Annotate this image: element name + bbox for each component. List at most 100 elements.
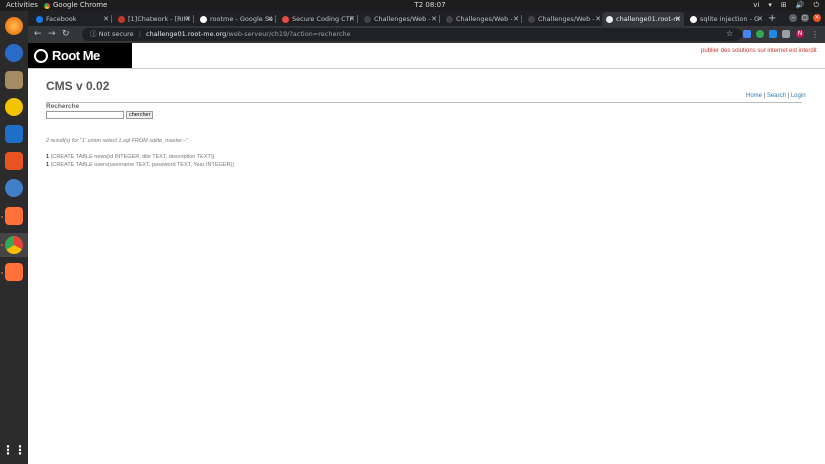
maximize-button[interactable]: □: [801, 14, 809, 22]
close-icon[interactable]: ✕: [675, 15, 681, 23]
close-icon[interactable]: ✕: [757, 15, 763, 23]
search-input[interactable]: [46, 111, 124, 119]
chrome-dock-icon[interactable]: [5, 236, 23, 254]
google-icon: [200, 15, 207, 23]
result-count: 2 result(s) for "1' union select 1,sql F…: [46, 138, 188, 144]
search-link[interactable]: Search: [767, 93, 786, 99]
star-icon[interactable]: ☆: [726, 27, 733, 40]
minimize-button[interactable]: –: [789, 14, 797, 22]
login-link[interactable]: Login: [791, 93, 806, 99]
globe-icon: [606, 15, 613, 23]
result-row: 1 (CREATE TABLE news(id INTEGER, title T…: [46, 154, 215, 160]
files-icon[interactable]: [5, 71, 23, 89]
result-row: 1 (CREATE TABLE users(username TEXT, pas…: [46, 162, 234, 168]
extension-icon[interactable]: [756, 30, 764, 38]
running-indicator: [1, 216, 3, 218]
tab-challenges-2[interactable]: Challenges/Web - ✕: [442, 12, 522, 26]
profile-avatar[interactable]: N: [796, 30, 804, 38]
result-text: (CREATE TABLE users(username TEXT, passw…: [50, 162, 235, 168]
extension-icon-2[interactable]: [769, 30, 777, 38]
secure-coding-icon: [282, 15, 289, 23]
tab-title: [1]Chatwork - [RIM: [128, 15, 190, 23]
sublime-icon[interactable]: [5, 207, 23, 225]
app-grid-icon[interactable]: ⋮⋮: [2, 441, 26, 459]
forward-button[interactable]: →: [48, 28, 56, 41]
tab-title: Facebook: [46, 15, 77, 23]
rootme-icon: [528, 15, 535, 23]
link-separator: |: [787, 93, 790, 99]
skull-icon: [34, 48, 48, 63]
writer-icon[interactable]: [5, 125, 23, 143]
clock[interactable]: T2 08:07: [400, 0, 460, 11]
tab-challenges-1[interactable]: Challenges/Web - ✕: [360, 12, 440, 26]
search-button[interactable]: chercher: [126, 111, 154, 119]
close-window-button[interactable]: ✕: [813, 14, 821, 22]
page-content: Root Me publier des solutions sur intern…: [28, 43, 825, 464]
url-host: challenge01.root-me.org: [146, 30, 227, 38]
network-icon[interactable]: ⊞: [781, 0, 787, 11]
close-icon[interactable]: ✕: [513, 15, 519, 23]
close-icon[interactable]: ✕: [595, 15, 601, 23]
rootme-icon: [364, 15, 371, 23]
tab-google-search[interactable]: rootme - Google Se ✕: [196, 12, 276, 26]
system-top-panel: Activities Google Chrome T2 08:07 vi ▾ ⊞…: [0, 0, 825, 11]
back-button[interactable]: ←: [34, 28, 42, 41]
chatwork-icon: [118, 15, 125, 23]
system-tray[interactable]: vi ▾ ⊞ 🔊 ⏻: [753, 0, 819, 11]
tab-title: Challenges/Web -: [456, 15, 513, 23]
chevron-down-icon[interactable]: ▾: [768, 0, 772, 11]
tab-title: Challenges/Web -: [538, 15, 595, 23]
google-icon: [690, 15, 697, 23]
tab-title: Secure Coding CTF: [292, 15, 354, 23]
menu-icon[interactable]: ⋮: [811, 28, 819, 41]
translate-icon[interactable]: [743, 30, 751, 38]
tab-facebook[interactable]: Facebook ✕: [32, 12, 112, 26]
close-icon[interactable]: ✕: [267, 15, 273, 23]
result-id: 1: [46, 154, 50, 160]
address-bar[interactable]: ⓘ Not secure | challenge01.root-me.org/w…: [82, 28, 742, 41]
title-divider: [46, 102, 802, 103]
facebook-icon: [36, 15, 43, 23]
rootme-logo[interactable]: Root Me: [28, 43, 132, 68]
result-id: 1: [46, 162, 50, 168]
url-path: /web-serveur/ch19/?action=recherche: [226, 30, 351, 38]
tab-sqlite-injection[interactable]: sqlite injection - G ✕: [686, 12, 766, 26]
running-indicator: [1, 244, 3, 246]
tab-challenge01-active[interactable]: challenge01.root-m ✕: [602, 12, 684, 26]
top-nav-links: Home | Search | Login: [746, 93, 806, 99]
search-label: Recherche: [46, 103, 80, 110]
software-center-icon[interactable]: [5, 152, 23, 170]
warning-banner: publier des solutions sur internet est i…: [701, 48, 817, 54]
new-tab-button[interactable]: +: [768, 12, 776, 25]
dock: ⋮⋮: [0, 11, 28, 464]
volume-icon[interactable]: 🔊: [796, 0, 805, 11]
sublime-icon-2[interactable]: [5, 263, 23, 281]
result-text: (CREATE TABLE news(id INTEGER, title TEX…: [50, 154, 215, 160]
running-indicator: [1, 272, 3, 274]
tab-challenges-3[interactable]: Challenges/Web - ✕: [524, 12, 604, 26]
thunderbird-icon[interactable]: [5, 44, 23, 62]
firefox-icon[interactable]: [5, 17, 23, 35]
close-icon[interactable]: ✕: [103, 15, 109, 23]
home-link[interactable]: Home: [746, 93, 762, 99]
tab-title: Challenges/Web -: [374, 15, 431, 23]
browser-toolbar: ← → ↻ ⓘ Not secure | challenge01.root-me…: [28, 26, 825, 43]
app-menu[interactable]: Google Chrome: [44, 0, 107, 11]
activities-button[interactable]: Activities: [6, 0, 38, 11]
help-icon[interactable]: [5, 179, 23, 197]
info-icon[interactable]: ⓘ: [90, 30, 97, 38]
app-name: Google Chrome: [53, 1, 108, 9]
close-icon[interactable]: ✕: [185, 15, 191, 23]
tab-chatwork[interactable]: [1]Chatwork - [RIM ✕: [114, 12, 194, 26]
keyboard-layout[interactable]: vi: [753, 0, 759, 11]
tab-secure-coding[interactable]: Secure Coding CTF ✕: [278, 12, 358, 26]
logo-text: Root Me: [52, 48, 100, 63]
reload-button[interactable]: ↻: [62, 28, 70, 41]
close-icon[interactable]: ✕: [431, 15, 437, 23]
chrome-icon: [44, 2, 50, 9]
rhythmbox-icon[interactable]: [5, 98, 23, 116]
close-icon[interactable]: ✕: [349, 15, 355, 23]
security-label: Not secure: [98, 30, 134, 38]
extension-icon-3[interactable]: [782, 30, 790, 38]
power-icon[interactable]: ⏻: [813, 0, 819, 11]
